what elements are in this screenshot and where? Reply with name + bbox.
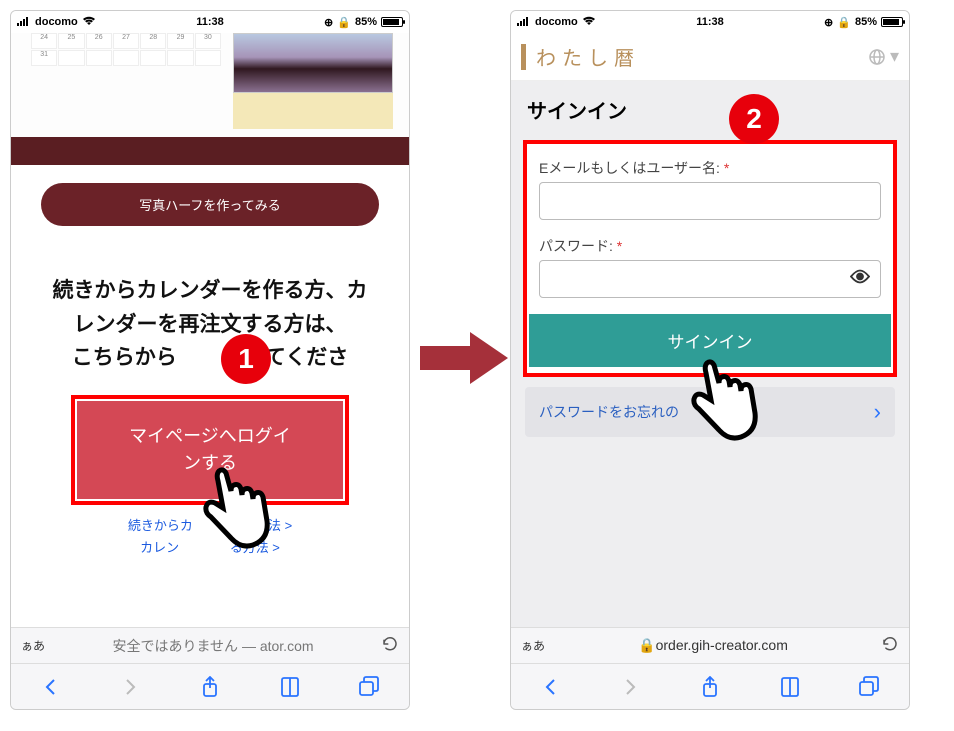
back-icon[interactable]	[538, 674, 564, 700]
calendar-thumbnail: 24252627282930 31	[31, 33, 221, 66]
status-bar: docomo 11:38 ⊕ 🔒 85%	[11, 11, 409, 33]
pointer-hand-icon	[191, 463, 281, 563]
status-bar: docomo 11:38 ⊕ 🔒 85%	[511, 11, 909, 33]
eye-icon[interactable]	[850, 270, 870, 289]
step-badge-1: 1	[221, 334, 271, 384]
alarm-icon: ⊕	[324, 16, 333, 29]
signal-icon	[17, 16, 31, 29]
bookmarks-icon[interactable]	[277, 674, 303, 700]
page-content: 24252627282930 31 写真ハーフを作ってみる 続きからカレンダーを…	[11, 33, 409, 627]
try-half-photo-button[interactable]: 写真ハーフを作ってみる	[41, 183, 379, 226]
step-badge-2: 2	[729, 94, 779, 144]
address-bar[interactable]: ぁあ 🔒order.gih-creator.com	[511, 627, 909, 663]
tabs-icon[interactable]	[356, 674, 382, 700]
forward-icon	[117, 674, 143, 700]
pointer-hand-icon	[679, 355, 769, 455]
carrier-label: docomo	[35, 16, 78, 28]
email-label: Eメールもしくはユーザー名: *	[539, 158, 881, 178]
browser-toolbar	[11, 663, 409, 709]
forward-icon	[617, 674, 643, 700]
url-text: 🔒order.gih-creator.com	[555, 637, 871, 654]
photo-thumbnail	[233, 33, 393, 93]
decor-bar	[11, 137, 409, 165]
orientation-lock-icon: 🔒	[837, 16, 851, 29]
orientation-lock-icon: 🔒	[337, 16, 351, 29]
reload-icon[interactable]	[381, 635, 399, 656]
email-field[interactable]	[539, 182, 881, 220]
phone-screenshot-1: docomo 11:38 ⊕ 🔒 85% 24252627282930 31	[10, 10, 410, 710]
instruction-text: 続きからカレンダーを作る方、カ レンダーを再注文する方は、 こちらから ンしてく…	[11, 244, 409, 385]
back-icon[interactable]	[38, 674, 64, 700]
site-logo: わたし暦	[536, 42, 640, 71]
chevron-right-icon: ›	[874, 399, 881, 425]
wifi-icon	[82, 16, 96, 29]
url-text: 安全ではありません — ator.com	[55, 636, 371, 656]
password-field[interactable]	[539, 260, 881, 298]
browser-toolbar	[511, 663, 909, 709]
alarm-icon: ⊕	[824, 16, 833, 29]
font-size-control[interactable]: ぁあ	[521, 637, 545, 654]
battery-icon	[381, 17, 403, 27]
page-title: サインイン	[511, 81, 909, 134]
share-icon[interactable]	[697, 674, 723, 700]
page-content: わたし暦 ▾ サインイン Eメールもしくはユーザー名: * パスワード: *	[511, 33, 909, 627]
decor-strip	[233, 93, 393, 129]
share-icon[interactable]	[197, 674, 223, 700]
wifi-icon	[582, 16, 596, 29]
highlight-box: Eメールもしくはユーザー名: * パスワード: * サインイン	[523, 140, 897, 377]
font-size-control[interactable]: ぁあ	[21, 637, 45, 654]
password-label: パスワード: *	[539, 236, 881, 256]
bookmarks-icon[interactable]	[777, 674, 803, 700]
chevron-down-icon: ▾	[890, 46, 899, 67]
arrow-right-icon	[420, 328, 510, 393]
logo-accent	[521, 44, 526, 70]
reload-icon[interactable]	[881, 635, 899, 656]
address-bar[interactable]: ぁあ 安全ではありません — ator.com	[11, 627, 409, 663]
battery-pct: 85%	[855, 16, 877, 28]
language-selector[interactable]: ▾	[868, 46, 899, 67]
lock-icon: 🔒	[638, 637, 655, 653]
phone-screenshot-2: docomo 11:38 ⊕ 🔒 85% わたし暦 ▾	[510, 10, 910, 710]
signal-icon	[517, 16, 531, 29]
battery-icon	[881, 17, 903, 27]
carrier-label: docomo	[535, 16, 578, 28]
tabs-icon[interactable]	[856, 674, 882, 700]
battery-pct: 85%	[355, 16, 377, 28]
